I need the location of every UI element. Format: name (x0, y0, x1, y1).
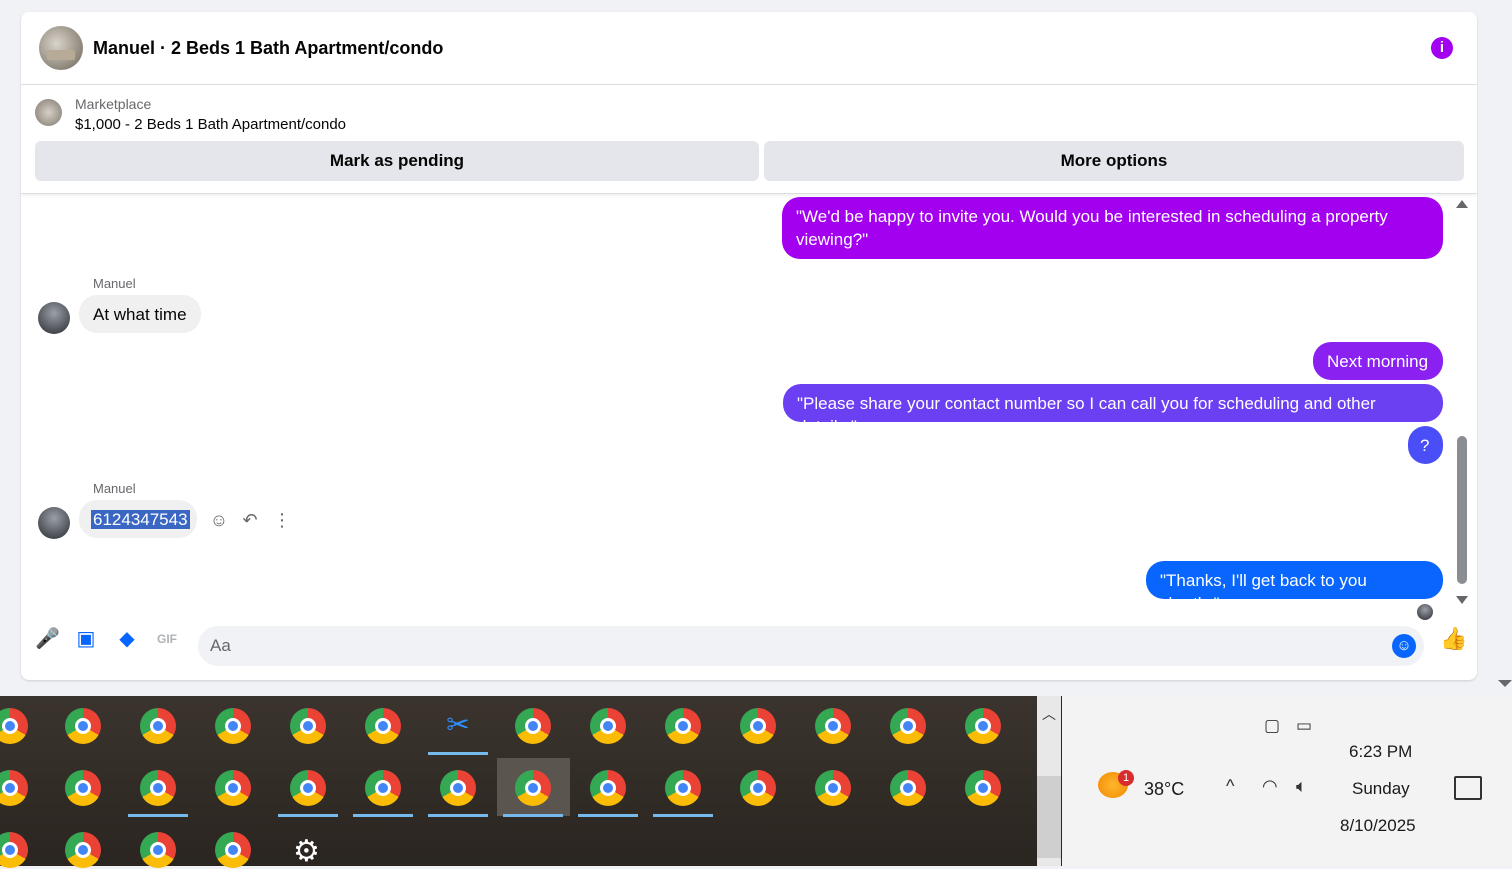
active-indicator (578, 814, 638, 817)
taskbar-app-grid: ✂ (0, 696, 1037, 868)
message-bubble[interactable]: "Please share your contact number so I c… (783, 384, 1443, 436)
scroll-down-icon[interactable] (1456, 596, 1468, 604)
chrome-icon[interactable] (440, 770, 476, 806)
weather-temperature[interactable]: 38°C (1144, 779, 1184, 800)
chrome-icon[interactable] (290, 708, 326, 744)
active-indicator (353, 814, 413, 817)
gif-icon[interactable]: GIF (156, 628, 178, 650)
chrome-icon[interactable] (965, 708, 1001, 744)
selected-phone-number[interactable]: 6124347543 (91, 510, 190, 529)
sender-name: Manuel (93, 276, 136, 291)
chrome-icon[interactable] (740, 708, 776, 744)
mark-as-pending-button[interactable]: Mark as pending (35, 141, 759, 181)
sender-avatar[interactable] (38, 507, 70, 539)
active-indicator (428, 752, 488, 755)
chrome-icon[interactable] (815, 770, 851, 806)
contact-avatar[interactable] (39, 26, 83, 70)
clock-day[interactable]: Sunday (1352, 779, 1410, 799)
marketplace-label: Marketplace (75, 96, 152, 112)
active-indicator (128, 814, 188, 817)
system-tray: ▢ ▭ 6:23 PM 1 38°C ^ ◠ 🔈︎ Sunday 8/10/20… (1062, 696, 1512, 866)
message-bubble[interactable]: 6124347543 (79, 500, 197, 538)
photo-icon[interactable]: ▣ (75, 628, 97, 650)
tray-overflow-scrollbar[interactable]: ︿ (1037, 696, 1061, 866)
active-indicator (503, 814, 563, 817)
message-bubble[interactable]: At what time (79, 295, 201, 333)
scroll-up-icon[interactable] (1456, 200, 1468, 208)
chrome-icon[interactable] (965, 770, 1001, 806)
chat-window: Manuel · 2 Beds 1 Bath Apartment/condo i… (21, 12, 1477, 680)
marketplace-listing: Marketplace $1,000 - 2 Beds 1 Bath Apart… (21, 85, 1477, 194)
chrome-icon[interactable] (590, 708, 626, 744)
volume-icon[interactable]: 🔈︎ (1296, 776, 1307, 797)
chat-header: Manuel · 2 Beds 1 Bath Apartment/condo i (21, 12, 1477, 85)
chrome-icon[interactable] (65, 770, 101, 806)
clock-time[interactable]: 6:23 PM (1349, 742, 1412, 762)
active-indicator (653, 814, 713, 817)
chrome-icon[interactable] (890, 708, 926, 744)
chrome-icon[interactable] (215, 708, 251, 744)
emoji-icon[interactable]: ☺ (1392, 634, 1416, 658)
scrollbar-thumb[interactable] (1457, 436, 1467, 584)
chat-title[interactable]: Manuel · 2 Beds 1 Bath Apartment/condo (93, 38, 443, 59)
message-scrollbar[interactable] (1455, 194, 1469, 610)
active-indicator (428, 814, 488, 817)
reply-icon[interactable]: ↶ (240, 510, 260, 530)
chrome-icon[interactable] (890, 770, 926, 806)
active-indicator (278, 814, 338, 817)
chrome-icon[interactable] (140, 708, 176, 744)
listing-title[interactable]: $1,000 - 2 Beds 1 Bath Apartment/condo (75, 116, 346, 133)
chrome-icon[interactable] (140, 770, 176, 806)
notification-icon[interactable] (1454, 776, 1482, 800)
page-scroll-down-icon[interactable] (1498, 680, 1512, 687)
like-icon[interactable]: 👍 (1440, 628, 1467, 650)
message-bubble[interactable]: ? (1408, 426, 1443, 464)
weather-badge: 1 (1118, 770, 1134, 786)
chrome-icon[interactable] (215, 770, 251, 806)
chrome-icon[interactable] (140, 832, 176, 868)
chrome-icon[interactable] (290, 770, 326, 806)
listing-thumbnail[interactable] (35, 99, 62, 126)
chevron-up-icon[interactable]: ︿ (1042, 704, 1056, 724)
chrome-icon[interactable] (0, 832, 28, 868)
chrome-icon[interactable] (665, 708, 701, 744)
react-icon[interactable]: ☺ (209, 510, 229, 530)
composer: 🎤 ▣ ◆ GIF Aa ☺ 👍 (21, 616, 1477, 680)
chrome-icon[interactable] (365, 770, 401, 806)
message-bubble[interactable]: "Thanks, I'll get back to you shortly." (1146, 561, 1443, 613)
sender-avatar[interactable] (38, 302, 70, 334)
message-placeholder: Aa (210, 636, 231, 655)
chrome-icon[interactable] (515, 770, 551, 806)
chrome-icon[interactable] (65, 708, 101, 744)
scrollbar-thumb[interactable] (1037, 776, 1061, 858)
message-bubble[interactable]: "We'd be happy to invite you. Would you … (782, 197, 1443, 259)
sticker-icon[interactable]: ◆ (116, 628, 138, 650)
chrome-icon[interactable] (0, 770, 28, 806)
chrome-icon[interactable] (515, 708, 551, 744)
chrome-icon[interactable] (590, 770, 626, 806)
chrome-icon[interactable] (65, 832, 101, 868)
meet-now-icon[interactable]: ▢ (1264, 716, 1280, 736)
chrome-icon[interactable] (0, 708, 28, 744)
chrome-icon[interactable] (365, 708, 401, 744)
wifi-icon[interactable]: ◠ (1262, 776, 1278, 797)
taskbar: ✂ ⚙ ︿ ▢ ▭ 6:23 PM 1 38°C ^ ◠ 🔈︎ Sunday 8… (0, 696, 1512, 869)
chrome-icon[interactable] (740, 770, 776, 806)
message-bubble[interactable]: Next morning (1313, 342, 1443, 380)
settings-gear-icon[interactable]: ⚙ (293, 834, 320, 869)
more-options-button[interactable]: More options (764, 141, 1464, 181)
battery-icon[interactable]: ▭ (1296, 716, 1312, 736)
chrome-icon[interactable] (665, 770, 701, 806)
chrome-icon[interactable] (815, 708, 851, 744)
chrome-icon[interactable] (215, 832, 251, 868)
info-icon[interactable]: i (1431, 37, 1453, 59)
microphone-icon[interactable]: 🎤 (35, 628, 60, 650)
sender-name: Manuel (93, 481, 136, 496)
clock-date[interactable]: 8/10/2025 (1340, 816, 1416, 836)
snipping-tool-icon[interactable]: ✂ (442, 708, 474, 740)
chevron-up-icon[interactable]: ^ (1226, 776, 1234, 797)
message-input[interactable]: Aa ☺ (198, 626, 1424, 666)
message-list: "We'd be happy to invite you. Would you … (21, 194, 1477, 620)
more-actions-icon[interactable]: ⋮ (272, 510, 292, 530)
